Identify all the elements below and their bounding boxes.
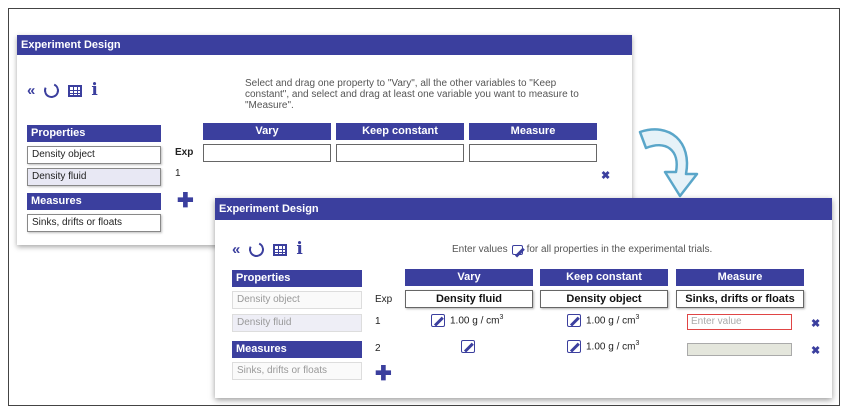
measure-value-input[interactable]: Enter value: [687, 314, 792, 330]
collapse-icon[interactable]: «: [27, 83, 35, 98]
measures-header: Measures: [232, 341, 362, 358]
column-vary: Vary: [405, 269, 533, 286]
keep-constant-value-cell: 1.00 g / cm3: [567, 314, 639, 327]
instruction-suffix: for all properties in the experimental t…: [526, 244, 713, 255]
instruction-text: Select and drag one property to "Vary", …: [245, 78, 579, 111]
reset-icon[interactable]: [42, 80, 62, 101]
keep-constant-drop-box[interactable]: [336, 144, 464, 162]
keep-constant-assigned-property[interactable]: Density object: [540, 290, 668, 308]
edit-icon[interactable]: [461, 340, 475, 353]
property-density-object[interactable]: Density object: [27, 146, 161, 164]
toolbar: « i: [232, 239, 303, 260]
row-number: 1: [175, 168, 181, 179]
panel-title: Experiment Design: [17, 35, 632, 55]
vary-drop-box[interactable]: [203, 144, 331, 162]
exp-label: Exp: [375, 294, 393, 305]
keep-constant-value: 1.00 g / cm3: [586, 340, 640, 353]
panel-title: Experiment Design: [215, 198, 832, 220]
measure-value-disabled-input: [687, 343, 792, 356]
edit-icon[interactable]: [567, 340, 581, 353]
vary-value: 1.00 g / cm3: [450, 314, 504, 327]
row-number: 1: [375, 316, 381, 327]
property-density-object[interactable]: Density object: [232, 291, 362, 309]
vary-assigned-property[interactable]: Density fluid: [405, 290, 533, 308]
toolbar: « i: [27, 80, 98, 101]
keep-constant-value: 1.00 g / cm3: [586, 314, 640, 327]
edit-icon: [511, 244, 523, 255]
measures-header: Measures: [27, 193, 161, 210]
curved-arrow-icon: [638, 128, 699, 198]
property-density-fluid[interactable]: Density fluid: [27, 168, 161, 186]
measure-assigned-property[interactable]: Sinks, drifts or floats: [676, 290, 804, 308]
vary-value-cell: 1.00 g / cm3: [431, 314, 503, 327]
delete-icon[interactable]: ✖: [601, 169, 610, 182]
column-keep-constant: Keep constant: [336, 123, 464, 140]
add-icon[interactable]: ✚: [375, 364, 392, 384]
column-keep-constant: Keep constant: [540, 269, 668, 286]
keep-constant-value-cell: 1.00 g / cm3: [567, 340, 639, 353]
properties-header: Properties: [27, 125, 161, 142]
vary-value-cell: [461, 340, 475, 353]
measure-sinks-drifts-floats[interactable]: Sinks, drifts or floats: [27, 214, 161, 232]
info-icon[interactable]: i: [91, 82, 97, 99]
table-icon[interactable]: [273, 243, 288, 256]
measure-drop-box[interactable]: [469, 144, 597, 162]
column-measure: Measure: [676, 269, 804, 286]
properties-header: Properties: [232, 270, 362, 287]
delete-row-icon[interactable]: ✖: [811, 317, 820, 330]
edit-icon[interactable]: [567, 314, 581, 327]
table-icon[interactable]: [68, 84, 83, 97]
instruction-prefix: Enter values: [452, 244, 508, 255]
exp-label: Exp: [175, 147, 194, 158]
row-number: 2: [375, 343, 381, 354]
instruction-text: Enter values for all properties in the e…: [452, 244, 712, 255]
column-vary: Vary: [203, 123, 331, 140]
edit-icon[interactable]: [431, 314, 445, 327]
collapse-icon[interactable]: «: [232, 242, 240, 257]
column-measure: Measure: [469, 123, 597, 140]
info-icon[interactable]: i: [296, 241, 302, 258]
property-density-fluid[interactable]: Density fluid: [232, 314, 362, 332]
experiment-design-panel-front: Experiment Design « i Enter values for a…: [215, 198, 832, 398]
reset-icon[interactable]: [247, 239, 267, 260]
delete-row-icon[interactable]: ✖: [811, 344, 820, 357]
measure-sinks-drifts-floats[interactable]: Sinks, drifts or floats: [232, 362, 362, 380]
add-icon[interactable]: ✚: [177, 191, 194, 211]
